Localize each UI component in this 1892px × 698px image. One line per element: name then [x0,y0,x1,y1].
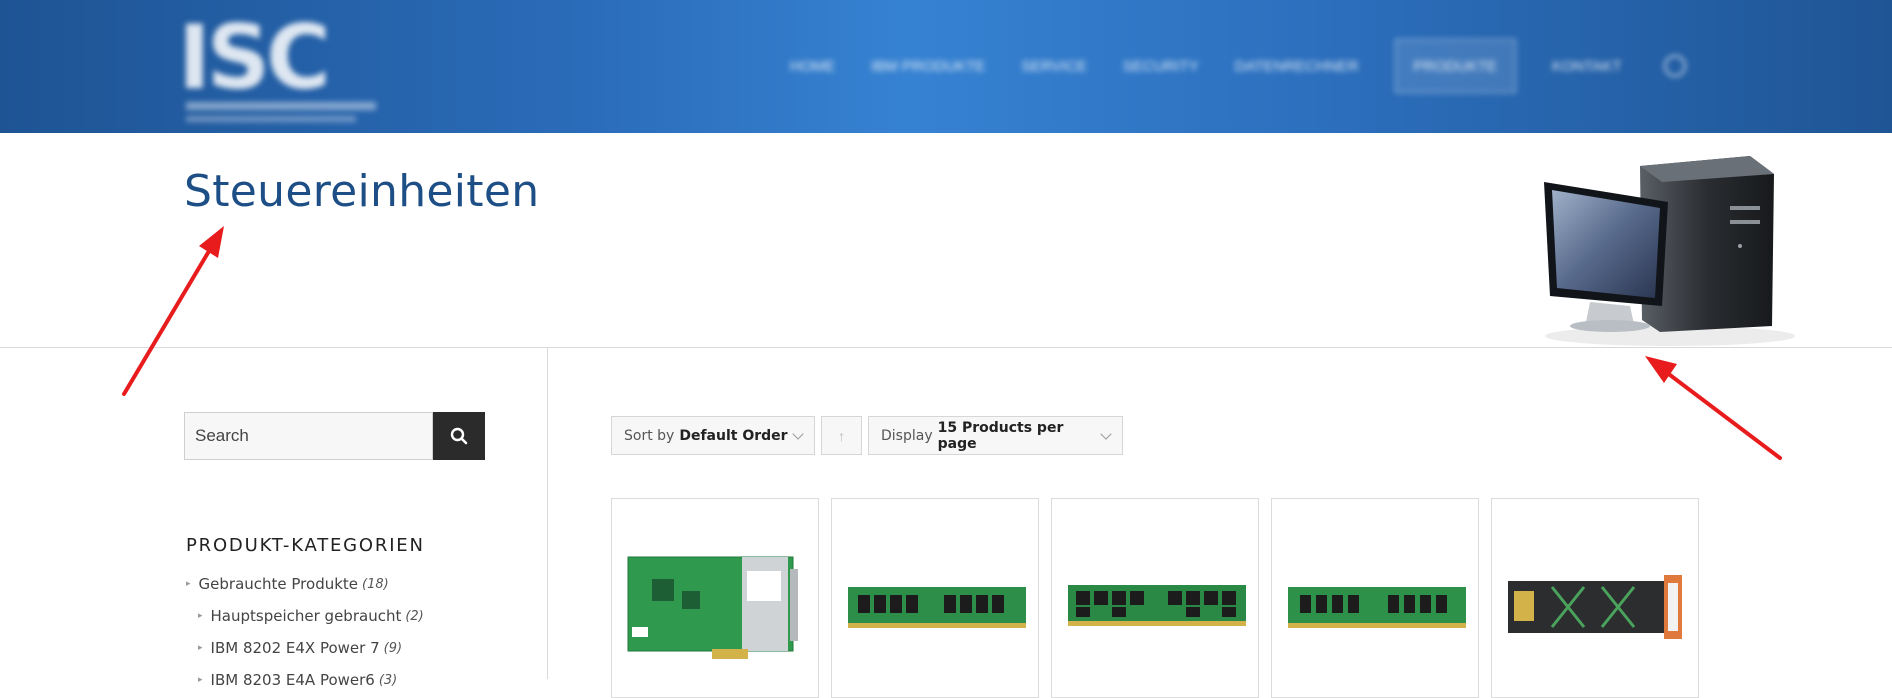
product-image-ram-module [1068,585,1246,626]
category-item[interactable]: ▸ IBM 8203 E4A Power6 (3) [186,664,424,696]
sidebar-divider [547,348,548,679]
category-count: (18) [362,576,389,592]
category-list: ▸ Gebrauchte Produkte (18) ▸ Hauptspeich… [186,568,424,696]
search-button[interactable] [433,412,485,460]
category-label[interactable]: Gebrauchte Produkte [199,575,359,593]
nav-item-ibm-produkte[interactable]: IBM PRODUKTE [871,48,985,84]
product-image-ram-module [1288,587,1466,628]
annotation-arrow-left [122,244,214,396]
site-logo[interactable]: ISC [178,10,388,125]
sort-select[interactable]: Sort by Default Order [611,416,815,455]
product-card[interactable] [611,498,819,698]
sort-direction-button[interactable]: ↑ [821,416,862,455]
category-count: (3) [378,672,398,688]
sort-prefix: Sort by [624,427,675,444]
nav-item-produkte[interactable]: PRODUKTE [1394,39,1516,93]
logo-tagline-bar [186,102,376,110]
sort-value: Default Order [679,427,788,444]
search-icon [450,427,468,445]
product-card[interactable] [1491,498,1699,698]
category-item[interactable]: ▸ Gebrauchte Produkte (18) [186,568,424,600]
logo-tagline-bar-2 [186,116,356,122]
category-label[interactable]: IBM 8202 E4X Power 7 [211,639,380,657]
main-nav: HOME IBM PRODUKTE SERVICE SECURITY DATEN… [790,39,1686,93]
chevron-down-icon [792,427,804,440]
nav-search-icon[interactable] [1663,55,1686,77]
annotation-arrow-right [1664,370,1782,460]
category-count: (9) [383,640,403,656]
search-widget [184,412,485,460]
display-prefix: Display [881,427,933,444]
per-page-select[interactable]: Display 15 Products per page [868,416,1123,455]
arrow-up-icon: ↑ [838,427,845,444]
logo-text: ISC [178,6,331,109]
category-label[interactable]: Hauptspeicher gebraucht [211,607,402,625]
display-value: 15 Products per page [937,419,1064,452]
category-count: (2) [405,608,424,624]
header-divider [0,347,1892,348]
caret-right-icon: ▸ [198,675,203,685]
caret-right-icon: ▸ [186,579,191,589]
product-image-ram-module [848,587,1026,628]
search-input[interactable] [184,412,433,460]
product-image-disk-cage-module [1508,575,1682,639]
category-item[interactable]: ▸ IBM 8202 E4X Power 7 (9) [186,632,424,664]
product-card[interactable] [1051,498,1259,698]
nav-item-kontakt[interactable]: KONTAKT [1552,48,1622,84]
site-header: ISC HOME IBM PRODUKTE SERVICE SECURITY D… [0,0,1892,133]
annotation-arrowhead-left [199,226,224,258]
computer-illustration [1544,156,1795,346]
product-card[interactable] [1271,498,1479,698]
nav-item-datenrechner[interactable]: DATENRECHNER [1235,48,1359,84]
annotation-arrowhead-right [1645,356,1677,383]
nav-item-service[interactable]: SERVICE [1021,48,1087,84]
product-image-controller-card [627,556,798,659]
category-label[interactable]: IBM 8203 E4A Power6 [211,671,375,689]
category-item[interactable]: ▸ Hauptspeicher gebraucht (2) [186,600,424,632]
page-title: Steuereinheiten [184,166,540,217]
nav-item-security[interactable]: SECURITY [1123,48,1199,84]
product-card[interactable] [831,498,1039,698]
caret-right-icon: ▸ [198,643,203,653]
nav-item-home[interactable]: HOME [790,48,835,84]
caret-right-icon: ▸ [198,611,203,621]
categories-title: PRODUKT-KATEGORIEN [186,535,425,556]
